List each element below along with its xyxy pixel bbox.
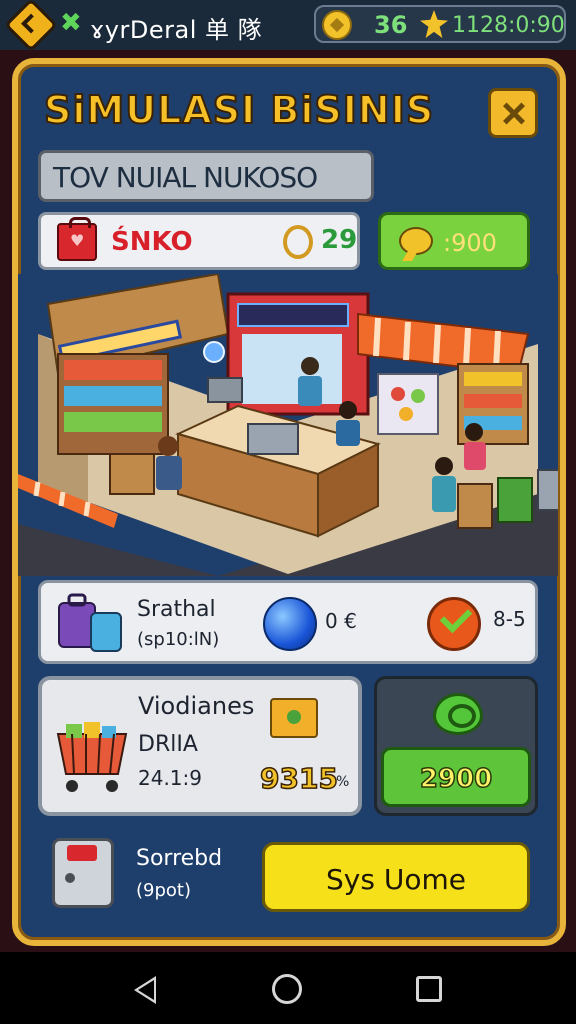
chat-reward-label: :900	[443, 229, 497, 257]
chat-reward-button[interactable]: :900	[378, 212, 530, 270]
upgrade-button[interactable]: 2900	[381, 747, 531, 807]
coin-ring-icon	[283, 225, 313, 259]
shop-scene-illustration	[18, 274, 558, 576]
coin-count: 36	[374, 11, 408, 39]
stats-card[interactable]: Srathal (sp10:lN) 0 € 8-5	[38, 580, 538, 664]
top-bar: ✖ ɤyrDeral 单 隊 36 1128:0:90	[0, 0, 576, 52]
back-arrow-icon	[21, 13, 41, 34]
shopping-cart-icon	[56, 722, 128, 792]
goods-percent: %	[336, 774, 350, 790]
upgrade-value: 2900	[419, 763, 493, 795]
upgrade-card: 2900	[374, 676, 538, 816]
app-title: ɤyrDeral 单 隊	[90, 16, 263, 44]
shop-level: 29	[321, 225, 358, 255]
globe-icon	[263, 597, 317, 651]
stats-value-2: 8-5	[493, 607, 526, 631]
nav-recents-icon[interactable]	[416, 976, 442, 1002]
goods-card[interactable]: Viodianes DRlIA 24.1:9 9315 %	[38, 676, 362, 816]
luggage-icon	[58, 593, 122, 652]
briefcase-icon	[57, 217, 97, 261]
goods-price: 9315	[259, 761, 338, 796]
chat-bubble-icon	[399, 227, 433, 255]
bonus-title: Sorrebd	[136, 846, 223, 871]
upgrade-badge-icon	[433, 693, 483, 735]
nav-back-icon[interactable]	[134, 976, 156, 1004]
goods-subtitle: DRlIA	[138, 732, 198, 757]
stats-subtitle: (sp10:lN)	[137, 629, 220, 650]
box-icon	[270, 698, 318, 738]
timer-readout: 1128:0:90	[452, 13, 565, 38]
nav-home-icon[interactable]	[272, 974, 302, 1004]
system-nav-bar	[0, 952, 576, 1024]
shop-info-card[interactable]: ŚNKO 29	[38, 212, 360, 270]
resource-panel: 36 1128:0:90	[314, 5, 566, 43]
safe-icon	[52, 838, 114, 908]
shop-name: ŚNKO	[111, 227, 193, 257]
bonus-subtitle: (9pot)	[136, 880, 191, 901]
goods-code: 24.1:9	[138, 766, 202, 790]
back-button[interactable]	[4, 0, 58, 52]
stats-value-1: 0 €	[325, 609, 357, 633]
subtitle-banner: TOV NUIAL NUKOSO	[38, 150, 374, 202]
coin-icon	[322, 10, 352, 40]
cross-icon: ✖	[60, 8, 82, 38]
check-icon	[427, 597, 481, 651]
goods-title: Viodianes	[138, 692, 255, 720]
close-button[interactable]	[488, 88, 538, 138]
primary-action-button[interactable]: Sys Uome	[262, 842, 530, 912]
primary-action-label: Sys Uome	[326, 863, 466, 896]
star-icon	[420, 10, 448, 38]
stats-title: Srathal	[137, 597, 216, 622]
subtitle-text: TOV NUIAL NUKOSO	[53, 161, 318, 194]
screen-title: SiMULASI BiSINIS	[43, 87, 435, 133]
shop-scene[interactable]	[18, 274, 558, 576]
